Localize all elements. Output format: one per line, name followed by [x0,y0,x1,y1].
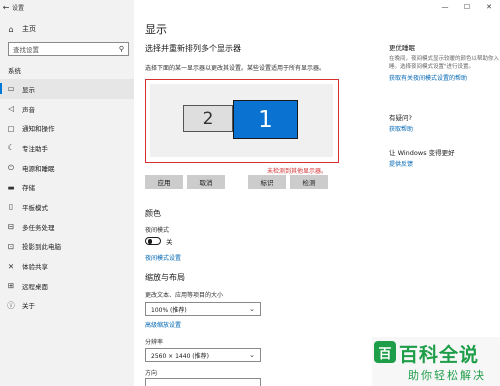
sidebar-item-multitasking[interactable]: ⊟ 多任务处理 [0,217,134,237]
apply-button[interactable]: 应用 [145,175,183,189]
remote-desktop-icon: ⊞ [7,281,15,291]
sidebar-item-label: 关于 [22,302,35,311]
watermark-subtitle: 助你轻松解决 [408,369,486,382]
scale-label: 更改文本、应用等项目的大小 [145,292,224,299]
night-mode-state: 关 [166,238,173,246]
window-title: 设置 [12,4,25,12]
sidebar-item-storage[interactable]: ▬ 存储 [0,177,134,197]
storage-icon: ▬ [7,182,15,192]
sidebar-item-shared-experiences[interactable]: ✕ 体验共享 [0,256,134,276]
search-placeholder: 查找设置 [13,46,39,54]
detect-button[interactable]: 检测 [290,175,328,189]
sidebar-item-label: 电源和睡眠 [22,164,55,173]
info-icon: ⓘ [7,300,15,310]
get-help-link[interactable]: 获取帮助 [389,124,499,133]
sidebar-item-label: 远程桌面 [22,282,48,291]
scale-select[interactable]: 100% (推荐) ⌄ [145,302,261,316]
resolution-label: 分辨率 [145,339,164,346]
moon-icon: ☾ [7,143,15,153]
share-icon: ✕ [7,261,15,271]
sidebar-item-label: 通知和操作 [22,125,55,134]
resolution-select[interactable]: 2560 × 1440 (推荐) ⌄ [145,348,261,362]
sleep-title: 更优睡眠 [389,44,415,52]
sidebar-item-display[interactable]: ▭ 显示 [0,79,134,99]
sidebar-item-about[interactable]: ⓘ 关于 [0,296,134,316]
question-panel: 有疑问? 获取帮助 [389,112,499,133]
night-mode-toggle[interactable] [145,237,161,245]
sidebar-item-label: 专注助手 [22,144,48,153]
sidebar-item-remote-desktop[interactable]: ⊞ 远程桌面 [0,276,134,296]
sidebar-item-sound[interactable]: ◁ 声音 [0,99,134,119]
display-arrangement-box: 2 1 [145,79,339,163]
sidebar-item-focus-assist[interactable]: ☾ 专注助手 [0,138,134,158]
night-mode-settings-link[interactable]: 夜间模式设置 [145,253,181,262]
sidebar-item-home[interactable]: ⌂ 主页 [0,22,134,36]
arrange-description: 选择下面的某一显示器以更改其设置。某些设置适用于所有显示器。 [145,65,326,72]
question-title: 有疑问? [389,114,412,122]
watermark-logo-icon: 百 [374,341,396,363]
orientation-select[interactable] [145,378,261,386]
search-input[interactable]: 查找设置 ⚲ [8,42,129,56]
identify-button[interactable]: 标识 [248,175,286,189]
sidebar-item-power-sleep[interactable]: ⏻ 电源和睡眠 [0,158,134,178]
feedback-link[interactable]: 提供反馈 [389,159,499,168]
watermark: 百 百科全说 助你轻松解决 [372,337,500,386]
sidebar-item-notifications[interactable]: ▢ 通知和操作 [0,118,134,138]
page-title: 显示 [145,23,167,36]
scale-value: 100% (推荐) [151,306,187,314]
scale-heading: 缩放与布局 [145,273,185,282]
night-mode-label: 夜间模式 [145,227,170,234]
sidebar-item-label: 投影到此电脑 [22,243,61,252]
search-icon[interactable]: ⚲ [119,45,124,53]
sleep-help-link[interactable]: 获取有关夜间模式设置的帮助 [389,73,499,82]
back-arrow-icon[interactable]: ← [0,3,12,12]
improve-title: 让 Windows 变得更好 [389,149,455,157]
chevron-down-icon: ⌄ [249,351,255,359]
toggle-knob [147,239,152,244]
improve-panel: 让 Windows 变得更好 提供反馈 [389,147,499,168]
sidebar-item-label: 平板模式 [22,203,48,212]
sleep-panel: 更优睡眠 在晚间，夜间模式显示较暖的颜色以帮助你入睡。选择夜间模式设置"进行设置… [389,42,499,82]
power-icon: ⏻ [8,162,14,172]
cancel-button[interactable]: 取消 [187,175,225,189]
home-icon: ⌂ [8,24,14,34]
sidebar: ← 设置 ⌂ 主页 查找设置 ⚲ 系统 ▭ 显示 ◁ 声音 ▢ 通知和操作 ☾ … [0,0,134,386]
detect-message: 未检测到其他显示器。 [267,168,328,175]
watermark-title: 百科全说 [399,344,480,366]
notification-icon: ▢ [7,123,15,133]
chevron-down-icon: ⌄ [249,305,255,313]
tablet-icon: ▯ [8,202,14,212]
sidebar-item-tablet-mode[interactable]: ▯ 平板模式 [0,197,134,217]
sidebar-nav-list: ▭ 显示 ◁ 声音 ▢ 通知和操作 ☾ 专注助手 ⏻ 电源和睡眠 ▬ 存储 ▯ … [0,79,134,315]
sidebar-item-label: 多任务处理 [22,223,55,232]
speaker-icon: ◁ [8,104,14,114]
sidebar-item-label: 存储 [22,184,35,193]
color-heading: 颜色 [145,209,161,218]
display-arrangement-area: 2 1 [150,84,333,157]
monitor-icon: ▭ [7,84,15,94]
title-bar: ← 设置 [0,0,134,14]
sidebar-item-projecting[interactable]: ⊡ 投影到此电脑 [0,237,134,257]
sidebar-item-label: 体验共享 [22,263,48,272]
monitor-1[interactable]: 1 [233,100,298,139]
projector-icon: ⊡ [7,241,15,251]
resolution-value: 2560 × 1440 (推荐) [151,352,209,360]
arrange-heading: 选择并重新排列多个显示器 [145,44,241,53]
sidebar-item-label: 声音 [22,105,35,114]
sleep-text: 在晚间，夜间模式显示较暖的颜色以帮助你入睡。选择夜间模式设置"进行设置。 [389,56,500,70]
multitasking-icon: ⊟ [7,222,15,232]
monitor-2[interactable]: 2 [183,105,233,132]
main-content: 显示 选择并重新排列多个显示器 选择下面的某一显示器以更改其设置。某些设置适用于… [134,0,500,386]
sidebar-item-label: 主页 [22,25,36,33]
advanced-scale-link[interactable]: 高级缩放设置 [145,320,181,329]
sidebar-section-label: 系统 [8,67,21,75]
orientation-label: 方向 [145,370,158,377]
sidebar-item-label: 显示 [22,85,35,94]
